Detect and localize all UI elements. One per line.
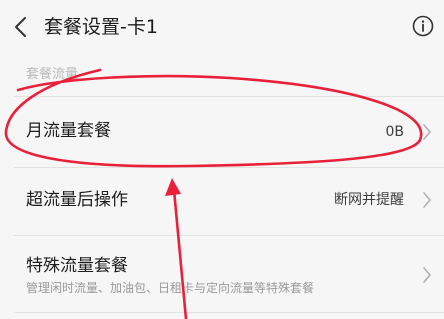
row-divider bbox=[14, 312, 444, 313]
monthly-data-plan-row[interactable]: 月流量套餐 0B bbox=[0, 97, 444, 167]
section-header-plan-data: 套餐流量 bbox=[26, 67, 79, 82]
info-icon[interactable] bbox=[412, 15, 434, 37]
chevron-left-icon[interactable] bbox=[12, 13, 30, 41]
monthly-data-plan-value: 0B bbox=[385, 124, 404, 140]
special-data-plan-row[interactable]: 特殊流量套餐 管理闲时流量、加油包、日租卡与定向流量等特殊套餐 bbox=[0, 236, 444, 312]
app-header: 套餐设置-卡1 bbox=[0, 0, 444, 54]
over-limit-action-value: 断网并提醒 bbox=[334, 192, 404, 208]
special-data-plan-label: 特殊流量套餐 bbox=[26, 256, 128, 276]
monthly-data-plan-label: 月流量套餐 bbox=[26, 121, 111, 141]
page-title: 套餐设置-卡1 bbox=[44, 16, 158, 38]
over-limit-action-label: 超流量后操作 bbox=[26, 190, 128, 210]
chevron-right-icon bbox=[423, 267, 431, 283]
chevron-right-icon bbox=[423, 192, 431, 208]
chevron-right-icon bbox=[423, 124, 431, 140]
over-limit-action-row[interactable]: 超流量后操作 断网并提醒 bbox=[0, 168, 444, 235]
special-data-plan-subtitle: 管理闲时流量、加油包、日租卡与定向流量等特殊套餐 bbox=[26, 281, 315, 295]
